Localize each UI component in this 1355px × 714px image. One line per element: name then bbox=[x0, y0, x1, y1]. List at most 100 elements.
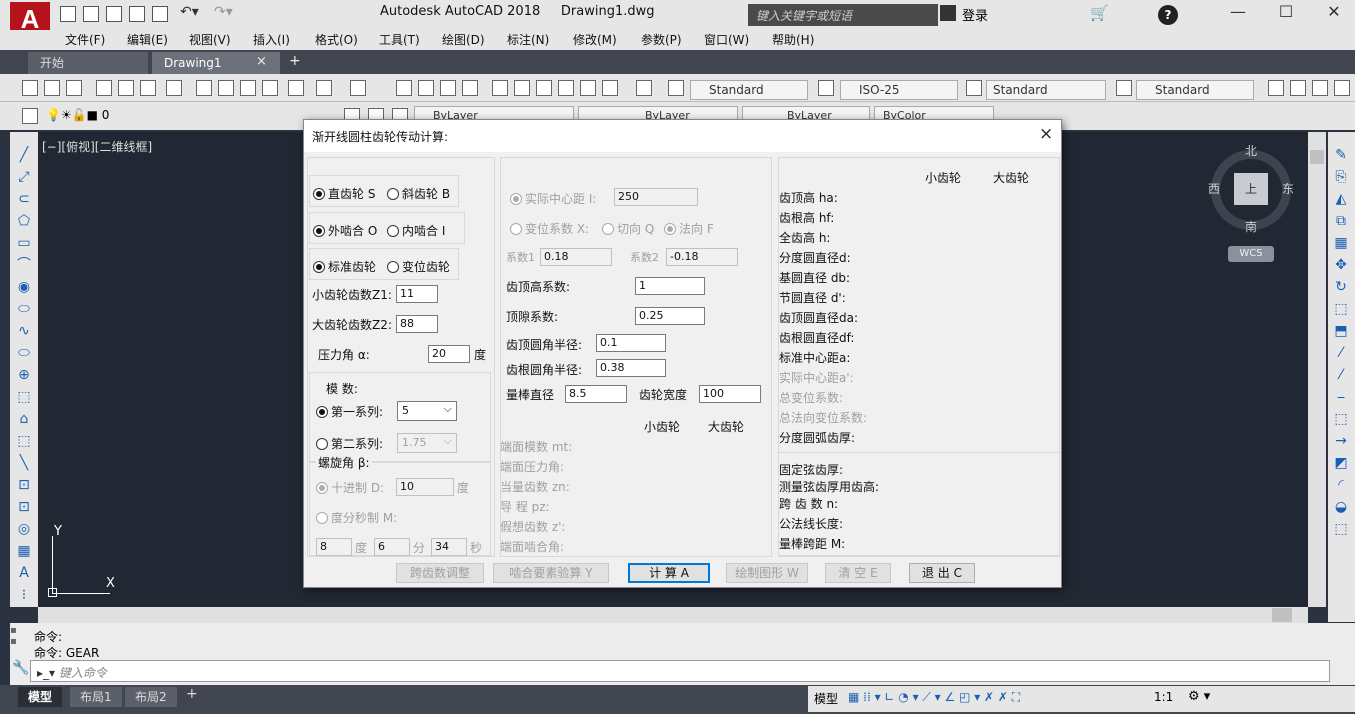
tab-layout2[interactable]: 布局2 bbox=[125, 687, 177, 707]
coef1-input[interactable]: 0.18 bbox=[540, 248, 612, 266]
customize-wrench-icon[interactable]: 🔧 bbox=[12, 660, 29, 676]
viewport-label[interactable]: [−][俯视][二维线框] bbox=[42, 138, 152, 155]
tab-start[interactable]: 开始 bbox=[28, 52, 148, 74]
z1-input[interactable]: 11 bbox=[396, 285, 438, 303]
3d-print-icon[interactable] bbox=[166, 80, 182, 96]
menu-edit[interactable]: 编辑(E) bbox=[127, 30, 168, 50]
radio-series2[interactable]: 第二系列: bbox=[316, 435, 383, 452]
search-input[interactable]: 键入关键字或短语 bbox=[748, 4, 938, 26]
dms-minute-input[interactable]: 6 bbox=[374, 538, 410, 556]
design-center-icon[interactable] bbox=[514, 80, 530, 96]
vertical-scroll-thumb[interactable] bbox=[1310, 150, 1324, 164]
radio-internal[interactable]: 内啮合 I bbox=[387, 222, 445, 239]
status-tool-icons[interactable]: ▦ ⁞⁞ ▾ ∟ ◔ ▾ ⟋ ▾ ∠ ◰ ▾ ✗ ✗ ⛶ bbox=[848, 690, 1020, 705]
radio-external[interactable]: 外啮合 O bbox=[313, 222, 377, 239]
decimal-input[interactable]: 10 bbox=[396, 478, 454, 496]
menu-view[interactable]: 视图(V) bbox=[189, 30, 231, 50]
menu-file[interactable]: 文件(F) bbox=[65, 30, 105, 50]
menu-format[interactable]: 格式(O) bbox=[315, 30, 358, 50]
plot-icon[interactable] bbox=[96, 80, 112, 96]
z2-input[interactable]: 88 bbox=[396, 315, 438, 333]
modify-tool-icons[interactable]: ✎ ⎘ ◭ ⧉ ▦ ✥ ↻ ⬚ ⬒ ⁄ ⁄ ⎯ ⬚ → ◩ ◜ ◒ ⬚ bbox=[1330, 144, 1352, 540]
brush-icon[interactable] bbox=[288, 80, 304, 96]
calculate-button[interactable]: 计 算 A bbox=[628, 563, 710, 583]
dialog-close-button[interactable]: × bbox=[1039, 124, 1053, 144]
table-style-select[interactable]: Standard bbox=[986, 80, 1106, 100]
series1-select[interactable]: 5 bbox=[397, 401, 457, 421]
coef2-input[interactable]: -0.18 bbox=[666, 248, 738, 266]
radio-shift-coef[interactable]: 变位系数 X: bbox=[510, 220, 589, 237]
markup-icon[interactable] bbox=[580, 80, 596, 96]
save-tool-icon[interactable] bbox=[66, 80, 82, 96]
save-as-icon[interactable] bbox=[129, 6, 145, 22]
radio-tangent[interactable]: 切向 Q bbox=[602, 220, 654, 237]
new-file-icon[interactable] bbox=[60, 6, 76, 22]
viewcube-top-face[interactable]: 上 bbox=[1234, 173, 1268, 205]
mleader-style-icon[interactable] bbox=[1116, 80, 1132, 96]
clearance-coef-input[interactable]: 0.25 bbox=[635, 307, 705, 325]
radio-spur[interactable]: 直齿轮 S bbox=[313, 185, 375, 202]
menu-help[interactable]: 帮助(H) bbox=[772, 30, 814, 50]
menu-draw[interactable]: 绘图(D) bbox=[442, 30, 485, 50]
menu-modify[interactable]: 修改(M) bbox=[573, 30, 617, 50]
sheet-set-icon[interactable] bbox=[558, 80, 574, 96]
root-fillet-input[interactable]: 0.38 bbox=[596, 359, 666, 377]
command-grip[interactable]: ▪ ▪ bbox=[10, 625, 17, 647]
print-icon[interactable] bbox=[152, 6, 168, 22]
dim-style-select[interactable]: ISO-25 bbox=[840, 80, 958, 100]
zoom-previous-icon[interactable] bbox=[462, 80, 478, 96]
tab-close-icon[interactable]: × bbox=[256, 54, 267, 69]
undo-icon[interactable]: ↶▾ bbox=[180, 4, 199, 20]
undo-tool-icon[interactable] bbox=[316, 80, 332, 96]
annotation-add-icon[interactable] bbox=[1334, 80, 1350, 96]
zoom-realtime-icon[interactable] bbox=[418, 80, 434, 96]
tab-model[interactable]: 模型 bbox=[18, 687, 63, 707]
preview-icon[interactable] bbox=[118, 80, 134, 96]
text-style-select[interactable]: Standard bbox=[690, 80, 808, 100]
match-icon[interactable] bbox=[262, 80, 278, 96]
help-button[interactable]: ? bbox=[1158, 5, 1178, 25]
series2-select[interactable]: 1.75 bbox=[397, 433, 457, 453]
login-button[interactable]: 登录 bbox=[962, 5, 988, 24]
redo-tool-icon[interactable] bbox=[350, 80, 366, 96]
viewcube-east[interactable]: 东 bbox=[1282, 180, 1294, 197]
radio-series1[interactable]: 第一系列: bbox=[316, 403, 383, 420]
cart-icon[interactable]: 🛒 bbox=[1090, 4, 1109, 22]
tab-layout1[interactable]: 布局1 bbox=[70, 687, 122, 707]
dms-degree-input[interactable]: 8 bbox=[316, 538, 352, 556]
mleader-style-select[interactable]: Standard bbox=[1136, 80, 1254, 100]
layer-manager-icon[interactable] bbox=[22, 108, 38, 124]
open-icon[interactable] bbox=[44, 80, 60, 96]
radio-actual-center[interactable]: 实际中心距 I: bbox=[510, 190, 596, 207]
span-adjust-button[interactable]: 跨齿数调整 bbox=[396, 563, 484, 583]
help-tool-icon[interactable] bbox=[636, 80, 652, 96]
command-input[interactable]: ▸_▾ 键入命令 bbox=[30, 660, 1330, 682]
draw-button[interactable]: 绘制图形 W bbox=[726, 563, 808, 583]
calculator-icon[interactable] bbox=[602, 80, 618, 96]
viewcube-west[interactable]: 西 bbox=[1208, 180, 1220, 197]
actual-center-input[interactable]: 250 bbox=[614, 188, 698, 206]
minimize-button[interactable]: — bbox=[1220, 2, 1256, 21]
pan-icon[interactable] bbox=[396, 80, 412, 96]
annotation-scale[interactable]: 1:1 bbox=[1154, 690, 1173, 704]
properties-icon[interactable] bbox=[492, 80, 508, 96]
model-space-button[interactable]: 模型 bbox=[814, 690, 838, 707]
add-layout-button[interactable]: + bbox=[186, 686, 198, 702]
viewcube-north[interactable]: 北 bbox=[1245, 142, 1257, 159]
table-style-icon[interactable] bbox=[966, 80, 982, 96]
mesh-check-button[interactable]: 啮合要素验算 Y bbox=[493, 563, 609, 583]
menu-insert[interactable]: 插入(I) bbox=[253, 30, 290, 50]
wcs-menu[interactable]: WCS bbox=[1228, 246, 1274, 262]
open-file-icon[interactable] bbox=[83, 6, 99, 22]
draw-tool-icons[interactable]: ╱ ⤢ ⊂ ⬠ ▭ ⌒ ◉ ⬭ ∿ ⬭ ⊕ ⬚ ⌂ ⬚ ╲ ⊡ ⊡ ◎ ▦ A ⁝ bbox=[14, 144, 34, 606]
close-window-button[interactable]: ✕ bbox=[1316, 2, 1352, 21]
copy-icon[interactable] bbox=[218, 80, 234, 96]
zoom-window-icon[interactable] bbox=[440, 80, 456, 96]
save-icon[interactable] bbox=[106, 6, 122, 22]
menu-parameter[interactable]: 参数(P) bbox=[641, 30, 682, 50]
layer-select[interactable]: 💡☀🔓■ 0 bbox=[46, 108, 109, 122]
radio-helical[interactable]: 斜齿轮 B bbox=[387, 185, 450, 202]
addendum-coef-input[interactable]: 1 bbox=[635, 277, 705, 295]
redo-icon[interactable]: ↷▾ bbox=[214, 4, 233, 20]
annotation-a-icon[interactable] bbox=[1268, 80, 1284, 96]
